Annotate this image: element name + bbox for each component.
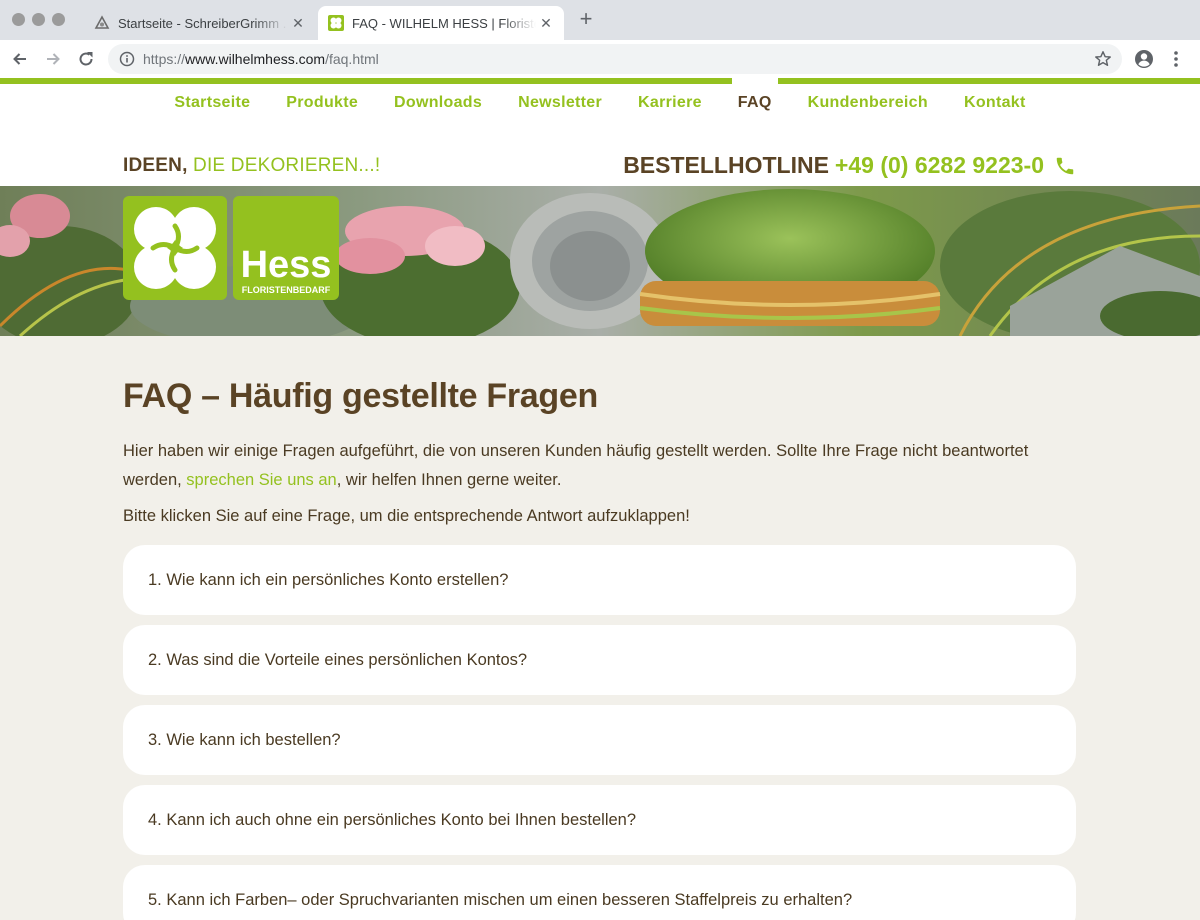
url-text: https://www.wilhelmhess.com/faq.html xyxy=(143,51,379,67)
nav-item-faq[interactable]: FAQ xyxy=(720,78,790,122)
nav-item-downloads[interactable]: Downloads xyxy=(376,84,500,122)
phone-icon[interactable] xyxy=(1054,155,1076,177)
browser-toolbar: https://www.wilhelmhess.com/faq.html xyxy=(0,40,1200,78)
url-host: www.wilhelmhess.com xyxy=(185,51,326,67)
agency-favicon-icon xyxy=(94,15,110,29)
faq-question-4[interactable]: 4. Kann ich auch ohne ein persönliches K… xyxy=(123,785,1076,855)
main-content: FAQ – Häufig gestellte Fragen Hier haben… xyxy=(123,370,1076,527)
menu-icon[interactable] xyxy=(1168,49,1184,69)
nav-item-karriere[interactable]: Karriere xyxy=(620,84,720,122)
back-arrow-icon[interactable] xyxy=(10,49,30,69)
faq-question-5[interactable]: 5. Kann ich Farben– oder Spruchvarianten… xyxy=(123,865,1076,920)
intro-text: Hier haben wir einige Fragen aufgeführt,… xyxy=(123,437,1076,495)
faq-question-2[interactable]: 2. Was sind die Vorteile eines persönlic… xyxy=(123,625,1076,695)
hess-favicon-icon xyxy=(328,15,344,31)
close-icon[interactable]: ✕ xyxy=(288,15,308,32)
tab-title: FAQ - WILHELM HESS | Floristenbedarf xyxy=(352,15,536,31)
faq-question-1[interactable]: 1. Wie kann ich ein persönliches Konto e… xyxy=(123,545,1076,615)
tagline-strong: IDEEN, xyxy=(123,155,188,176)
main-navigation: Startseite Produkte Downloads Newsletter… xyxy=(0,78,1200,124)
nav-item-kundenbereich[interactable]: Kundenbereich xyxy=(790,84,946,122)
nav-item-produkte[interactable]: Produkte xyxy=(268,84,376,122)
faq-hint: Bitte klicken Sie auf eine Frage, um die… xyxy=(123,507,690,525)
logo-brand: Hess xyxy=(241,244,332,286)
hotline-number[interactable]: +49 (0) 6282 9223-0 xyxy=(835,152,1044,179)
intro-part-2: , wir helfen Ihnen gerne weiter. xyxy=(336,471,562,489)
nav-item-startseite[interactable]: Startseite xyxy=(156,84,268,122)
tab-title: Startseite - SchreiberGrimm . Werbeagent… xyxy=(118,15,288,31)
browser-tab-bar: Startseite - SchreiberGrimm . Werbeagent… xyxy=(0,0,1200,40)
tagline-rest: DIE DEKORIEREN...! xyxy=(193,155,381,176)
nav-item-kontakt[interactable]: Kontakt xyxy=(946,84,1044,122)
new-tab-button[interactable]: + xyxy=(574,8,598,32)
hotline-label: BESTELLHOTLINE xyxy=(623,152,829,178)
faq-question-3[interactable]: 3. Wie kann ich bestellen? xyxy=(123,705,1076,775)
logo-sub: FLORISTENBEDARF xyxy=(242,285,331,295)
tab-faq[interactable]: FAQ - WILHELM HESS | Floristenbedarf ✕ xyxy=(318,6,564,40)
tagline: IDEEN, DIE DEKORIEREN...! xyxy=(123,155,380,177)
tab-startseite[interactable]: Startseite - SchreiberGrimm . Werbeagent… xyxy=(84,6,316,40)
url-path: /faq.html xyxy=(325,51,379,67)
reload-icon[interactable] xyxy=(76,49,96,69)
window-zoom-dot[interactable] xyxy=(52,13,65,26)
url-scheme: https:// xyxy=(143,51,186,67)
contact-link[interactable]: sprechen Sie uns an xyxy=(186,471,336,489)
close-icon[interactable]: ✕ xyxy=(536,15,556,32)
forward-arrow-icon[interactable] xyxy=(43,49,63,69)
hess-logo[interactable]: Hess FLORISTENBEDARF xyxy=(123,196,339,300)
star-icon[interactable] xyxy=(1094,50,1112,68)
profile-icon[interactable] xyxy=(1134,49,1154,69)
window-minimize-dot[interactable] xyxy=(32,13,45,26)
info-icon[interactable] xyxy=(119,51,135,67)
order-hotline: BESTELLHOTLINE +49 (0) 6282 9223-0 xyxy=(623,152,1076,179)
window-close-dot[interactable] xyxy=(12,13,25,26)
page-title: FAQ – Häufig gestellte Fragen xyxy=(123,377,598,415)
address-bar[interactable]: https://www.wilhelmhess.com/faq.html xyxy=(108,44,1122,74)
nav-item-newsletter[interactable]: Newsletter xyxy=(500,84,620,122)
